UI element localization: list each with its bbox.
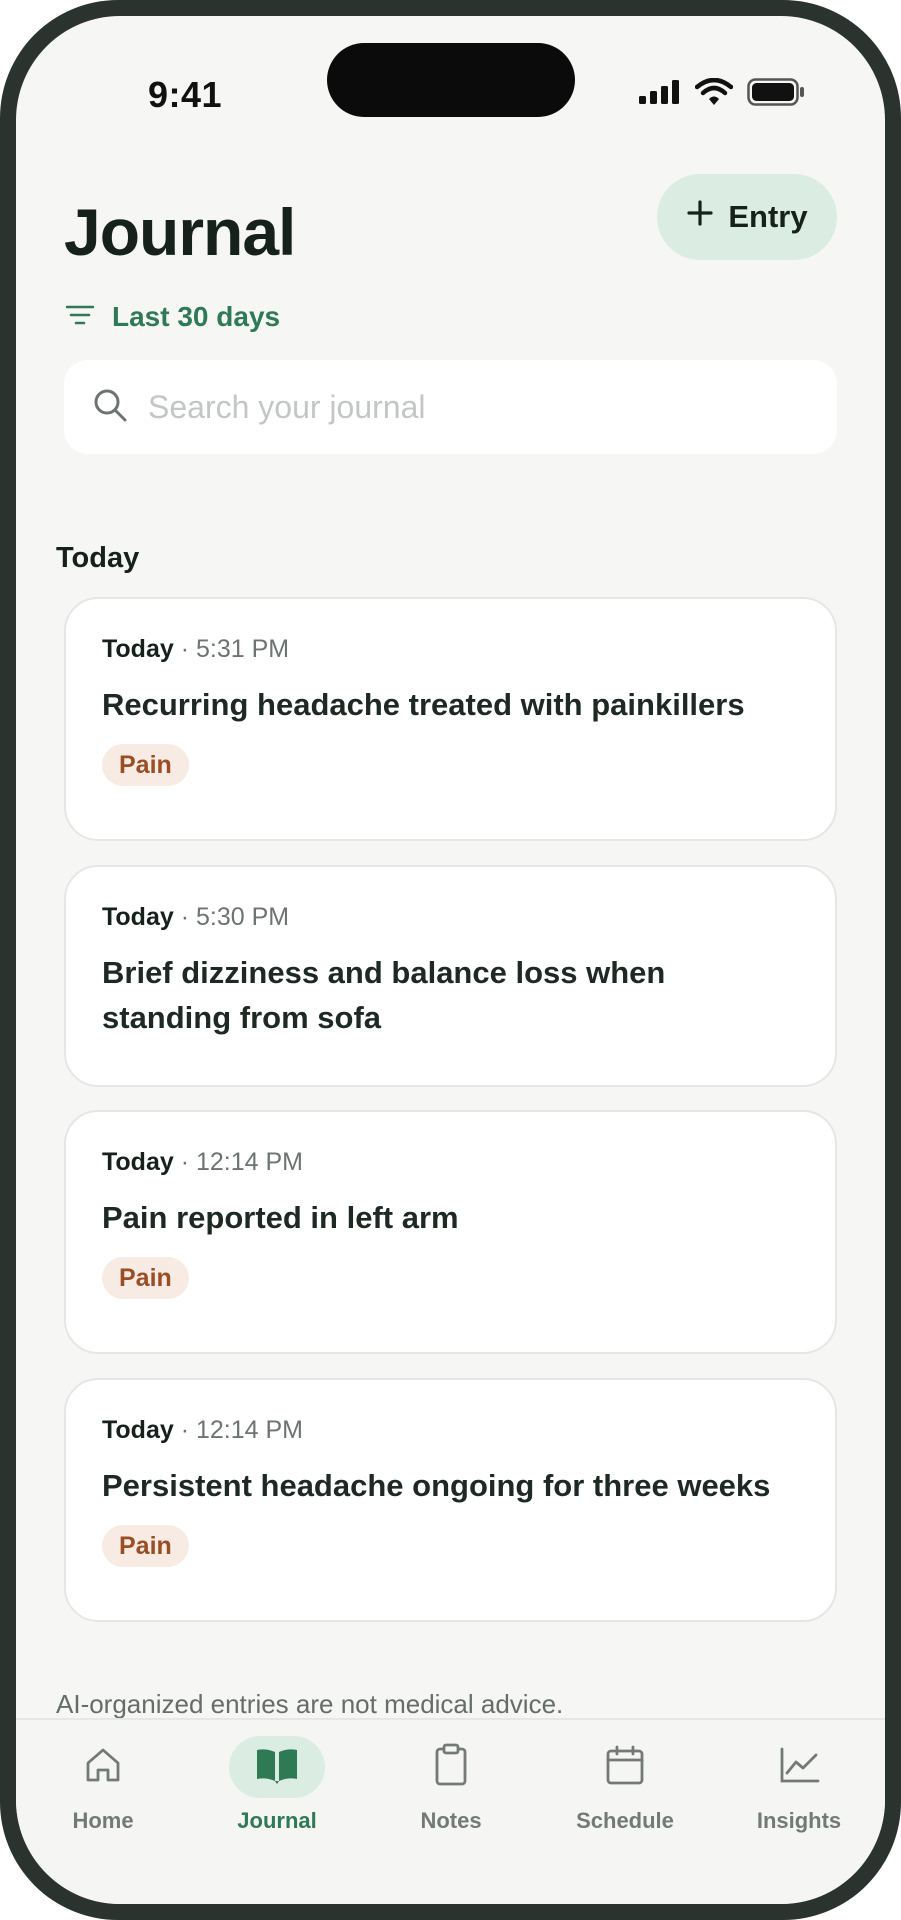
chart-icon [778, 1745, 820, 1790]
battery-icon [747, 78, 805, 111]
filter-icon [65, 301, 95, 333]
page-title: Journal [64, 195, 296, 269]
entry-title: Persistent headache ongoing for three we… [102, 1468, 771, 1503]
meta-separator: · [180, 903, 190, 931]
tab-icon-wrap [751, 1736, 847, 1798]
tab-label: Notes [420, 1808, 482, 1833]
search-icon [92, 387, 128, 428]
entry-meta: Today · 12:14 PM [102, 1414, 799, 1446]
tab-icon-wrap [55, 1736, 151, 1798]
tab-icon-wrap [577, 1736, 673, 1798]
entry-tag[interactable]: Pain [102, 1525, 189, 1567]
entry-day: Today [102, 635, 174, 663]
entry-time: 12:14 PM [196, 1416, 304, 1444]
dynamic-island [327, 43, 575, 117]
entry-meta: Today · 5:30 PM [102, 901, 799, 933]
entry-time: 12:14 PM [196, 1148, 304, 1176]
filter-label: Last 30 days [112, 301, 281, 332]
tab-label: Insights [756, 1808, 842, 1833]
tab-notes[interactable]: Notes [386, 1720, 516, 1834]
entry-day: Today [102, 1148, 174, 1176]
app-screen: 9:41 Journal Entry Last 30 days Search y… [16, 16, 885, 1904]
clipboard-icon [431, 1743, 471, 1792]
home-icon [83, 1745, 123, 1790]
entry-title: Brief dizziness and balance loss when st… [102, 955, 666, 1035]
entry-time: 5:30 PM [196, 903, 290, 931]
plus-icon [686, 199, 714, 235]
search-input[interactable] [146, 387, 790, 427]
meta-separator: · [180, 635, 190, 663]
book-icon [255, 1745, 299, 1790]
journal-entry-card[interactable]: Today · 12:14 PM Pain reported in left a… [64, 1110, 837, 1354]
medical-disclaimer: AI-organized entries are not medical adv… [56, 1689, 564, 1719]
entry-time: 5:31 PM [196, 635, 290, 663]
tab-journal[interactable]: Journal [212, 1720, 342, 1834]
meta-separator: · [180, 1416, 190, 1444]
tab-label: Schedule [576, 1808, 674, 1833]
bottom-tab-bar: Home Journal Notes Schedule Insights [16, 1718, 885, 1904]
wifi-icon [694, 77, 734, 111]
tab-home[interactable]: Home [38, 1720, 168, 1834]
tab-insights[interactable]: Insights [734, 1720, 864, 1834]
tab-label: Journal [237, 1808, 317, 1833]
entry-day: Today [102, 903, 174, 931]
entry-title: Pain reported in left arm [102, 1200, 459, 1235]
date-range-filter[interactable]: Last 30 days [65, 301, 281, 333]
tab-icon-wrap [229, 1736, 325, 1798]
add-entry-label: Entry [728, 199, 808, 234]
entry-tag[interactable]: Pain [102, 744, 189, 786]
calendar-icon [604, 1744, 646, 1791]
phone-frame: 9:41 Journal Entry Last 30 days Search y… [0, 0, 901, 1920]
add-entry-button[interactable]: Entry [657, 174, 837, 260]
section-title-today: Today [56, 542, 140, 574]
entry-day: Today [102, 1416, 174, 1444]
status-icons [639, 77, 805, 111]
tab-schedule[interactable]: Schedule [560, 1720, 690, 1834]
journal-entry-card[interactable]: Today · 5:31 PM Recurring headache treat… [64, 597, 837, 841]
entry-tag[interactable]: Pain [102, 1257, 189, 1299]
tab-icon-wrap [403, 1736, 499, 1798]
tab-label: Home [72, 1808, 134, 1833]
cellular-signal-icon [639, 80, 681, 109]
journal-entry-card[interactable]: Today · 12:14 PM Persistent headache ong… [64, 1378, 837, 1622]
status-time: 9:41 [148, 74, 223, 115]
search-bar[interactable] [64, 360, 837, 454]
entry-meta: Today · 5:31 PM [102, 633, 799, 665]
entry-meta: Today · 12:14 PM [102, 1146, 799, 1178]
entry-title: Recurring headache treated with painkill… [102, 687, 745, 722]
journal-entry-card[interactable]: Today · 5:30 PM Brief dizziness and bala… [64, 865, 837, 1087]
meta-separator: · [180, 1148, 190, 1176]
